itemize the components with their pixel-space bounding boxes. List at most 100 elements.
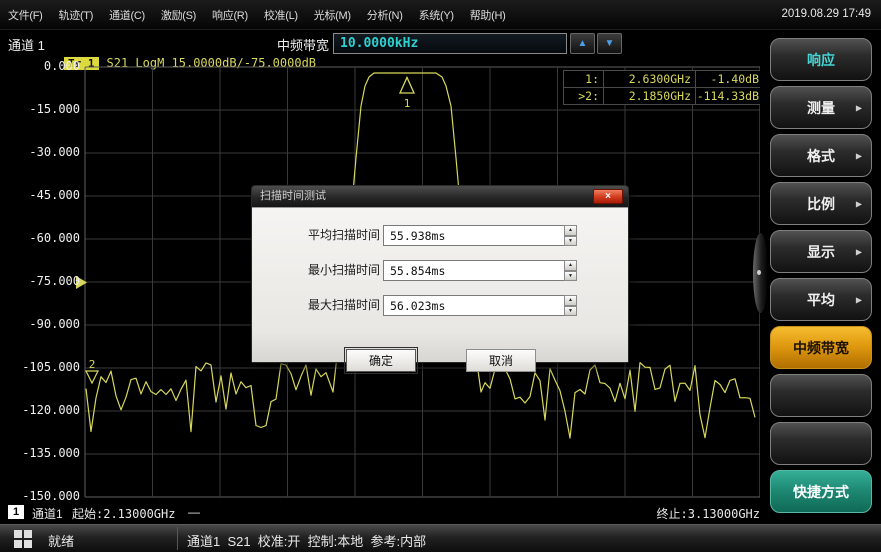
softkey-blank-2[interactable] [770,422,872,465]
softkey-blank-1[interactable] [770,374,872,417]
menu-f[interactable]: 文件(F) [0,7,51,23]
dialog-title[interactable]: 扫描时间测试 [252,186,628,207]
submenu-arrow-icon: ▶ [856,295,862,304]
status-info: 通道1 S21 校准:开 控制:本地 参考:内部 [187,531,426,550]
y-axis-label: -150.000 [0,489,80,503]
svg-text:2: 2 [89,358,96,371]
marker-1-id: 1: [564,71,604,88]
avg-sweep-time-spinner: ▲▼ [564,225,577,246]
up-arrow-icon: ▲ [578,38,588,49]
max-sweep-time-row: 最大扫描时间56.023ms▲▼ [252,295,628,316]
channel-number-badge[interactable]: 1 [8,505,24,519]
softkey-display-label: 显示 [807,242,835,262]
dialog-close-button[interactable]: × [593,189,623,204]
stop-frequency: 终止:3.13000GHz [657,505,760,522]
menu-t[interactable]: 轨迹(T) [51,7,102,23]
softkey-sidebar: 响应测量 ▶ 格式 ▶ 比例 ▶ 显示 ▶ 平均 ▶ 中频带宽快捷方式 [760,30,881,520]
marker-readout-table: 1:2.6300GHz-1.40dB >2:2.1850GHz-114.33dB [563,70,762,105]
avg-sweep-time-input[interactable]: 55.938ms [383,225,564,246]
max-sweep-time-input[interactable]: 56.023ms [383,295,564,316]
y-axis-label: -90.000 [0,317,80,331]
min-sweep-time-spin-down-button[interactable]: ▼ [564,271,577,282]
y-axis-label: -15.000 [0,102,80,116]
footer-channel-label: 通道1 [32,505,63,522]
min-sweep-time-spinbox: 55.854ms▲▼ [383,260,577,281]
max-sweep-time-spinbox: 56.023ms▲▼ [383,295,577,316]
marker-2-icon [86,371,98,383]
softkey-scale[interactable]: 比例 ▶ [770,182,872,225]
avg-sweep-time-spinbox: 55.938ms▲▼ [383,225,577,246]
softkey-display[interactable]: 显示 ▶ [770,230,872,273]
avg-sweep-time-label: 平均扫描时间 [282,225,380,246]
max-sweep-time-spin-up-button[interactable]: ▲ [564,295,577,306]
marker-2-level: -114.33dB [696,88,763,104]
menu-items: 文件(F)轨迹(T)通道(C)激励(S)响应(R)校准(L)光标(M)分析(N)… [0,7,514,23]
min-sweep-time-label: 最小扫描时间 [282,260,380,281]
marker-2-id: >2: [564,88,604,104]
min-sweep-time-row: 最小扫描时间55.854ms▲▼ [252,260,628,281]
channel-label: 通道 1 [8,35,45,54]
handle-dot [757,270,761,275]
y-axis-label: -105.000 [0,360,80,374]
y-axis-label: -75.000 [0,274,80,288]
submenu-arrow-icon: ▶ [856,103,862,112]
ok-button[interactable]: 确定 [346,349,416,372]
softkey-shortcut[interactable]: 快捷方式 [770,470,872,513]
menu-s[interactable]: 激励(S) [153,7,204,23]
submenu-arrow-icon: ▶ [856,151,862,160]
softkey-scale-label: 比例 [807,194,835,214]
softkey-response[interactable]: 响应 [770,38,872,81]
softkey-response-label: 响应 [807,50,835,70]
max-sweep-time-spin-down-button[interactable]: ▼ [564,306,577,317]
menu-h[interactable]: 帮助(H) [462,7,514,23]
avg-sweep-time-row: 平均扫描时间55.938ms▲▼ [252,225,628,246]
softkey-format[interactable]: 格式 ▶ [770,134,872,177]
menu-bar: 文件(F)轨迹(T)通道(C)激励(S)响应(R)校准(L)光标(M)分析(N)… [0,0,881,30]
sweep-dash: — [188,505,200,519]
avg-sweep-time-spin-down-button[interactable]: ▼ [564,236,577,247]
cancel-button[interactable]: 取消 [466,349,536,372]
ready-status: 就绪 [48,531,74,550]
marker-2-freq: 2.1850GHz [604,88,696,104]
softkey-measure-label: 测量 [807,98,835,118]
softkey-format-label: 格式 [807,146,835,166]
menu-l[interactable]: 校准(L) [256,7,306,23]
menu-n[interactable]: 分析(N) [359,7,411,23]
y-axis-label: -135.000 [0,446,80,460]
softkey-if-bandwidth[interactable]: 中频带宽 [770,326,872,369]
marker-1-icon [400,78,414,94]
softkey-average-label: 平均 [807,290,835,310]
menu-y[interactable]: 系统(Y) [411,7,462,23]
ifbw-increase-button[interactable]: ▲ [570,33,595,54]
status-bar: 就绪 通道1 S21 校准:开 控制:本地 参考:内部 [0,524,881,552]
softkey-shortcut-label: 快捷方式 [793,482,849,502]
datetime: 2019.08.29 17:49 [781,8,871,20]
softkey-if-bandwidth-label: 中频带宽 [793,338,849,358]
softkey-measure[interactable]: 测量 ▶ [770,86,872,129]
panel-collapse-handle[interactable] [753,233,768,313]
marker-1-freq: 2.6300GHz [604,71,696,88]
submenu-arrow-icon: ▶ [856,247,862,256]
submenu-arrow-icon: ▶ [856,199,862,208]
y-axis-label: -45.000 [0,188,80,202]
max-sweep-time-label: 最大扫描时间 [282,295,380,316]
softkey-average[interactable]: 平均 ▶ [770,278,872,321]
sweep-time-dialog: 扫描时间测试 × 平均扫描时间55.938ms▲▼最小扫描时间55.854ms▲… [251,185,629,363]
ifbw-decrease-button[interactable]: ▼ [597,33,622,54]
marker-1-level: -1.40dB [696,71,763,88]
min-sweep-time-spinner: ▲▼ [564,260,577,281]
ifbw-input[interactable]: 10.0000kHz [333,33,567,54]
start-frequency: 起始:2.13000GHz [72,505,175,522]
channel-bar: 通道 1 中频带宽 10.0000kHz ▲ ▼ [0,30,760,57]
min-sweep-time-spin-up-button[interactable]: ▲ [564,260,577,271]
menu-r[interactable]: 响应(R) [204,7,256,23]
grid-icon[interactable] [14,530,32,548]
y-axis-label: -30.000 [0,145,80,159]
down-arrow-icon: ▼ [605,38,615,49]
avg-sweep-time-spin-up-button[interactable]: ▲ [564,225,577,236]
min-sweep-time-input[interactable]: 55.854ms [383,260,564,281]
menu-c[interactable]: 通道(C) [101,7,153,23]
menu-m[interactable]: 光标(M) [306,7,359,23]
svg-text:1: 1 [404,97,411,110]
y-axis-label: 0.000 [0,59,80,73]
